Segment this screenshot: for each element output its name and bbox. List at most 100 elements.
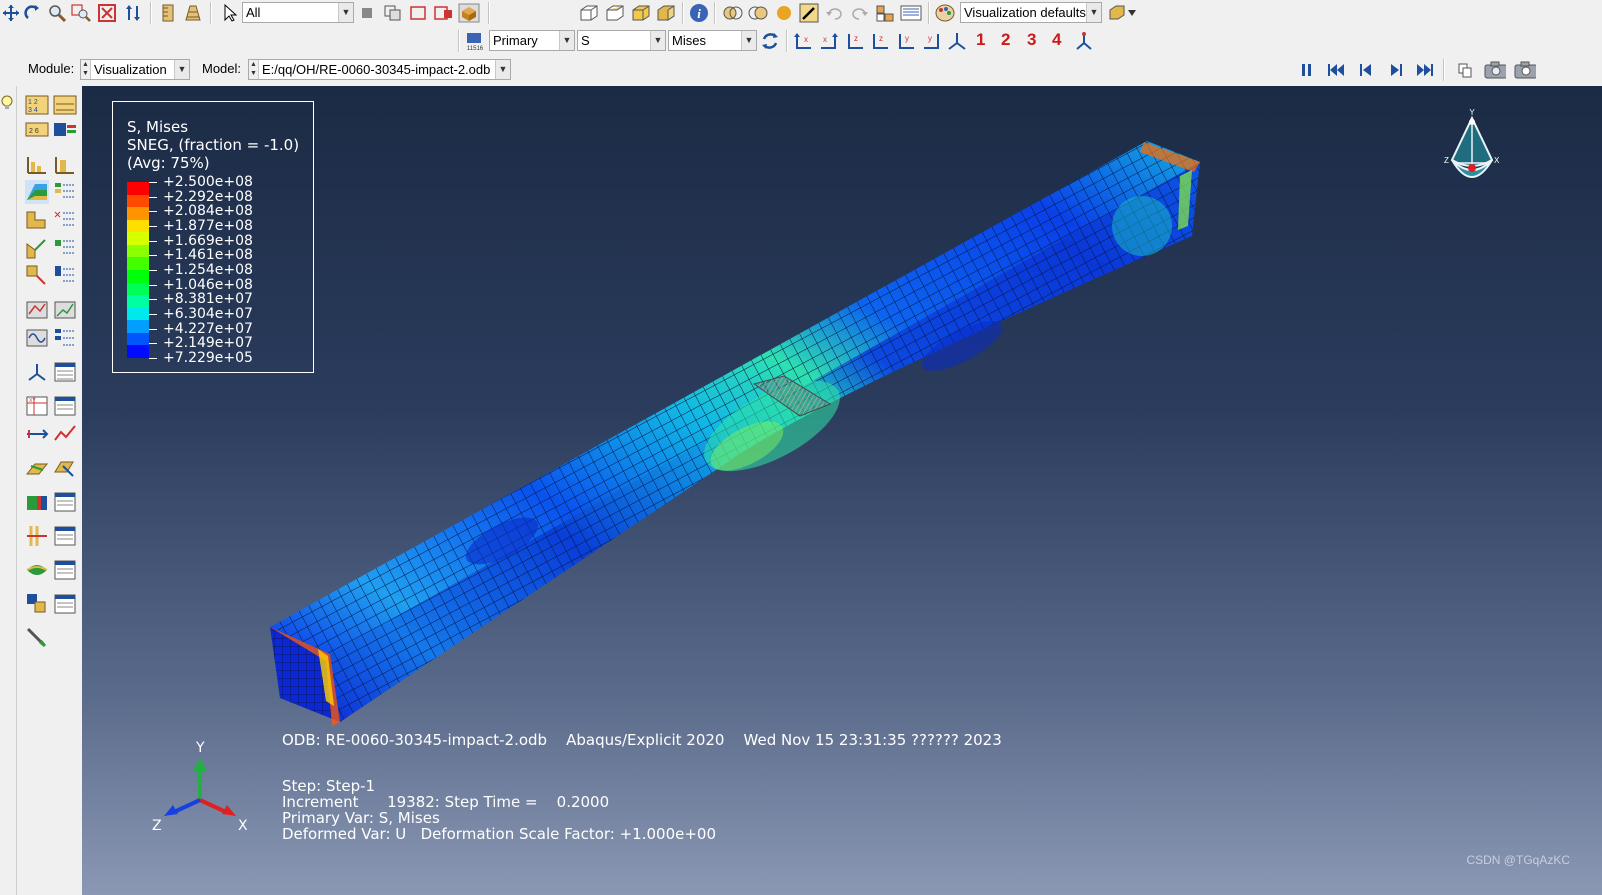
box-select-icon[interactable] xyxy=(408,2,430,24)
rotate-icon[interactable] xyxy=(22,2,44,24)
xy-plot-manager-icon[interactable] xyxy=(53,394,77,418)
symbol-plot-icon[interactable] xyxy=(25,208,49,232)
next-frame-icon[interactable] xyxy=(1385,59,1407,81)
create-path-icon[interactable] xyxy=(25,422,49,446)
replace-icon[interactable] xyxy=(433,2,455,24)
orientation-options-icon[interactable] xyxy=(53,236,77,260)
ruler-icon[interactable] xyxy=(157,2,179,24)
pan-icon[interactable] xyxy=(0,2,22,24)
contour-options-icon[interactable] xyxy=(53,180,77,204)
stream-plot-icon[interactable] xyxy=(25,524,49,548)
view-cut-manager-icon[interactable] xyxy=(53,490,77,514)
top-view-icon[interactable] xyxy=(630,2,652,24)
undo-icon[interactable] xyxy=(823,2,845,24)
view-cube-icon[interactable]: Y Z X xyxy=(1442,108,1502,200)
animate-scale-factor-icon[interactable] xyxy=(25,298,49,322)
lightbulb-icon[interactable] xyxy=(0,94,14,115)
side-view-icon[interactable] xyxy=(655,2,677,24)
field-output-icon[interactable] xyxy=(900,2,922,24)
create-display-group-icon[interactable] xyxy=(25,592,49,616)
plot-contours-on-deformed-icon[interactable] xyxy=(53,120,77,144)
dropdown-arrow-icon[interactable] xyxy=(1126,2,1138,24)
plot-multiple-icon[interactable] xyxy=(25,264,49,288)
animation-options-icon[interactable] xyxy=(53,326,77,350)
front-view-icon[interactable] xyxy=(578,2,600,24)
box-zoom-icon[interactable] xyxy=(70,2,92,24)
iso-axis-icon[interactable] xyxy=(946,30,968,52)
render-wireframe-icon[interactable] xyxy=(722,2,744,24)
legend-tick xyxy=(149,343,157,345)
free-body-cut-icon[interactable] xyxy=(25,456,49,480)
copy-viewport-icon[interactable] xyxy=(1454,59,1476,81)
display-group-manager-icon[interactable] xyxy=(53,558,77,582)
magnify-icon[interactable] xyxy=(46,2,68,24)
query-info-icon[interactable]: i xyxy=(688,2,710,24)
free-body-manager-icon[interactable] xyxy=(53,456,77,480)
color-palette-icon[interactable] xyxy=(934,2,956,24)
view-2-button[interactable]: 2 xyxy=(1001,30,1010,50)
multiple-options-icon[interactable] xyxy=(53,264,77,288)
view-yx-icon[interactable]: x xyxy=(818,30,840,52)
redo-icon[interactable] xyxy=(849,2,871,24)
render-shaded-icon[interactable] xyxy=(773,2,795,24)
replace-display-group-icon[interactable] xyxy=(53,592,77,616)
legend-swatch xyxy=(127,295,149,309)
render-hidden-icon[interactable] xyxy=(747,2,769,24)
view-triad-icon[interactable] xyxy=(1073,30,1095,52)
selection-filter-select[interactable]: All ▼ xyxy=(242,2,354,23)
animate-harmonic-icon[interactable] xyxy=(25,326,49,350)
common-plot-options-icon[interactable] xyxy=(25,152,49,176)
refresh-icon[interactable] xyxy=(759,30,781,52)
legend-value: +6.304e+07 xyxy=(163,306,253,322)
xy-data-manager-icon[interactable] xyxy=(53,360,77,384)
pause-icon[interactable] xyxy=(1296,59,1318,81)
material-orientation-icon[interactable] xyxy=(25,236,49,260)
camera-options-icon[interactable] xyxy=(1514,59,1536,81)
create-xy-data-icon[interactable] xyxy=(25,360,49,384)
create-xy-plot-icon[interactable]: XY xyxy=(25,394,49,418)
plot-contours-on-undeformed-icon[interactable]: 2 6 xyxy=(25,120,49,144)
view-cut-icon[interactable] xyxy=(25,490,49,514)
previous-frame-icon[interactable] xyxy=(1355,59,1377,81)
assign-icon[interactable] xyxy=(874,2,896,24)
display-group-create-icon[interactable] xyxy=(25,558,49,582)
select-cursor-icon[interactable] xyxy=(218,2,240,24)
view-xz-icon[interactable]: z xyxy=(844,30,866,52)
auto-fit-icon[interactable] xyxy=(96,2,118,24)
contour-legend[interactable]: S, Mises SNEG, (fraction = -1.0) (Avg: 7… xyxy=(112,101,314,373)
view-1-button[interactable]: 1 xyxy=(976,30,985,50)
invariant-select[interactable]: Mises ▼ xyxy=(668,30,757,51)
first-frame-icon[interactable] xyxy=(1325,59,1347,81)
cube-options-icon[interactable] xyxy=(1106,2,1128,24)
plot-undeformed-icon[interactable]: 1 23 4 xyxy=(25,94,49,118)
render-style-select[interactable]: Visualization defaults ▼ xyxy=(960,2,1102,23)
cycle-views-icon[interactable] xyxy=(122,2,144,24)
view-yz-icon[interactable]: y xyxy=(895,30,917,52)
view-xy-icon[interactable]: x xyxy=(792,30,814,52)
view-zy-icon[interactable]: y xyxy=(921,30,943,52)
plot-deformed-icon[interactable] xyxy=(53,94,77,118)
view-3-button[interactable]: 3 xyxy=(1027,30,1036,50)
view-zx-icon[interactable]: z xyxy=(869,30,891,52)
stream-manager-icon[interactable] xyxy=(53,524,77,548)
path-plot-icon[interactable] xyxy=(53,422,77,446)
output-variable-select[interactable]: S ▼ xyxy=(577,30,666,51)
pick-icon[interactable] xyxy=(798,2,820,24)
field-output-step-icon[interactable]: 11516 xyxy=(464,30,486,52)
selection-options-icon[interactable] xyxy=(356,2,378,24)
iso-view-icon[interactable] xyxy=(604,2,626,24)
perspective-icon[interactable] xyxy=(182,2,204,24)
last-frame-icon[interactable] xyxy=(1414,59,1436,81)
superimpose-options-icon[interactable] xyxy=(53,152,77,176)
query-tool-icon[interactable] xyxy=(25,626,49,650)
contour-plot-icon[interactable] xyxy=(25,180,49,204)
display-group-icon[interactable] xyxy=(382,2,404,24)
part-instance-icon[interactable] xyxy=(458,2,480,24)
animate-time-history-icon[interactable] xyxy=(53,298,77,322)
view-4-button[interactable]: 4 xyxy=(1052,30,1061,50)
symbol-options-icon[interactable] xyxy=(53,208,77,232)
camera-icon[interactable] xyxy=(1484,59,1506,81)
module-select[interactable]: ▲ ▼ Visualization ▼ xyxy=(80,59,190,80)
output-type-select[interactable]: Primary ▼ xyxy=(489,30,575,51)
model-select[interactable]: ▲ ▼ E:/qq/OH/RE-0060-30345-impact-2.odb ▼ xyxy=(248,59,511,80)
